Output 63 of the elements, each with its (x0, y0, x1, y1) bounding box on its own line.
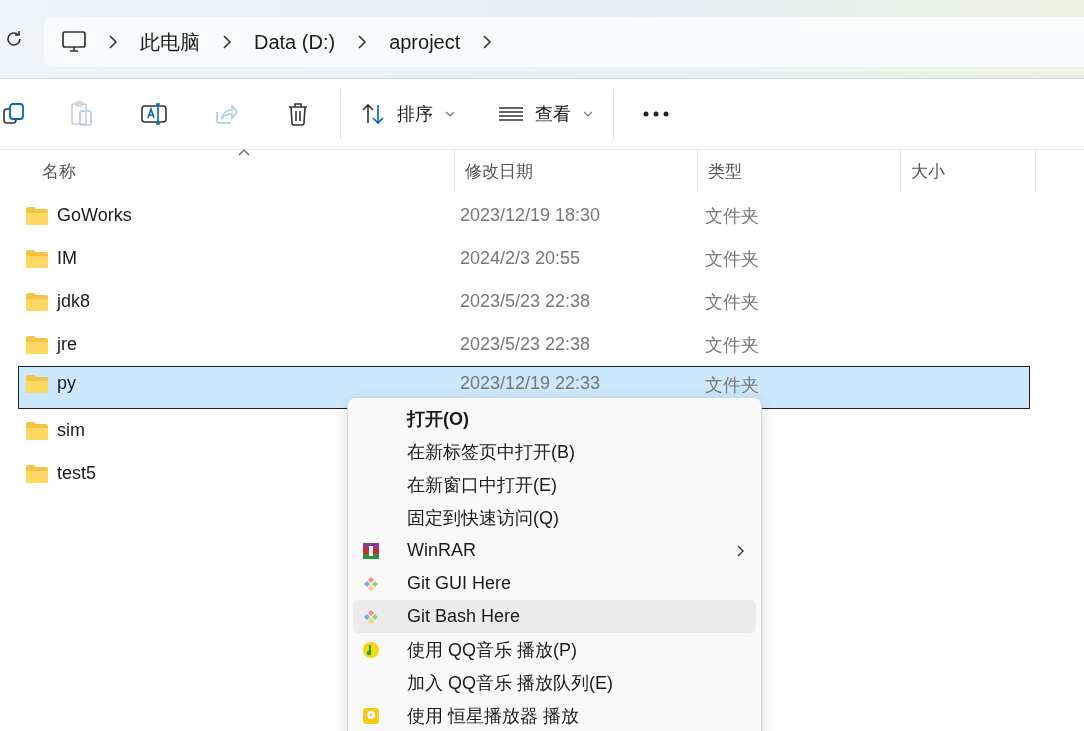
player-icon (363, 707, 379, 724)
menu-item[interactable]: 在新标签页中打开(B) (353, 435, 756, 468)
column-header[interactable]: 类型 (708, 159, 742, 183)
chevron-icon (482, 34, 493, 50)
file-type: 文件夹 (705, 291, 759, 312)
folder-icon (25, 205, 49, 226)
caret-icon (445, 111, 455, 117)
archive-icon (363, 542, 379, 559)
share-icon (214, 102, 238, 126)
column-header[interactable]: 名称 (42, 159, 76, 183)
file-type: 文件夹 (705, 375, 759, 395)
breadcrumb-item[interactable]: Data (D:) (254, 30, 336, 54)
file-name[interactable]: test5 (57, 463, 97, 484)
address-bar[interactable]: 此电脑 Data (D:) aproject (44, 17, 1084, 67)
git-icon (363, 608, 379, 625)
menu-item[interactable]: 使用 恒星播放器 播放 (353, 699, 756, 731)
chevron-icon (108, 34, 118, 50)
file-name[interactable]: GoWorks (57, 205, 132, 226)
rename-icon (141, 102, 167, 126)
more-icon (643, 111, 669, 117)
file-name[interactable]: sim (57, 420, 85, 441)
git-icon (363, 575, 379, 592)
menu-item[interactable]: 加入 QQ音乐 播放队列(E) (353, 666, 756, 699)
delete-icon (287, 102, 309, 126)
chevron-icon (357, 34, 368, 50)
modified-date: 2023/5/23 22:38 (460, 291, 591, 311)
caret-icon (583, 111, 593, 117)
folder-icon (25, 420, 49, 441)
file-type: 文件夹 (705, 248, 759, 269)
column-header[interactable]: 修改日期 (465, 159, 533, 183)
list-icon (499, 106, 523, 122)
folder-icon (25, 463, 49, 484)
modified-date: 2024/2/3 20:55 (460, 248, 581, 268)
file-type: 文件夹 (705, 205, 759, 226)
folder-icon (25, 291, 49, 312)
modified-date: 2023/5/23 22:38 (460, 334, 591, 354)
chevron-icon (222, 34, 232, 50)
menu-item[interactable]: WinRAR (353, 534, 756, 567)
folder-icon (25, 334, 49, 355)
file-name[interactable]: jdk8 (57, 291, 91, 312)
menu-item[interactable]: 使用 QQ音乐 播放(P) (353, 633, 756, 666)
breadcrumb-item[interactable]: 此电脑 (140, 28, 200, 56)
view-button[interactable]: 查看 (485, 92, 607, 136)
modified-date: 2023/12/19 18:30 (460, 205, 601, 225)
folder-icon (25, 373, 49, 394)
modified-date: 2023/12/19 22:33 (460, 373, 601, 393)
folder-icon (25, 248, 49, 269)
menu-item[interactable]: Git GUI Here (353, 567, 756, 600)
sort-icon (361, 103, 385, 125)
paste-icon (70, 101, 94, 127)
menu-item[interactable]: 在新窗口中打开(E) (353, 468, 756, 501)
computer-icon (62, 31, 86, 53)
refresh-icon[interactable] (4, 29, 24, 49)
file-type: 文件夹 (705, 334, 759, 355)
breadcrumb-item[interactable]: aproject (389, 30, 461, 54)
music-icon (363, 641, 379, 658)
column-header[interactable]: 大小 (911, 159, 945, 183)
file-name[interactable]: jre (57, 334, 77, 355)
sort-button[interactable]: 排序 (347, 92, 469, 136)
file-name[interactable]: py (57, 373, 76, 394)
menu-item[interactable]: Git Bash Here (353, 600, 756, 633)
file-name[interactable]: IM (57, 248, 77, 269)
menu-item[interactable]: 固定到快速访问(Q) (353, 501, 756, 534)
